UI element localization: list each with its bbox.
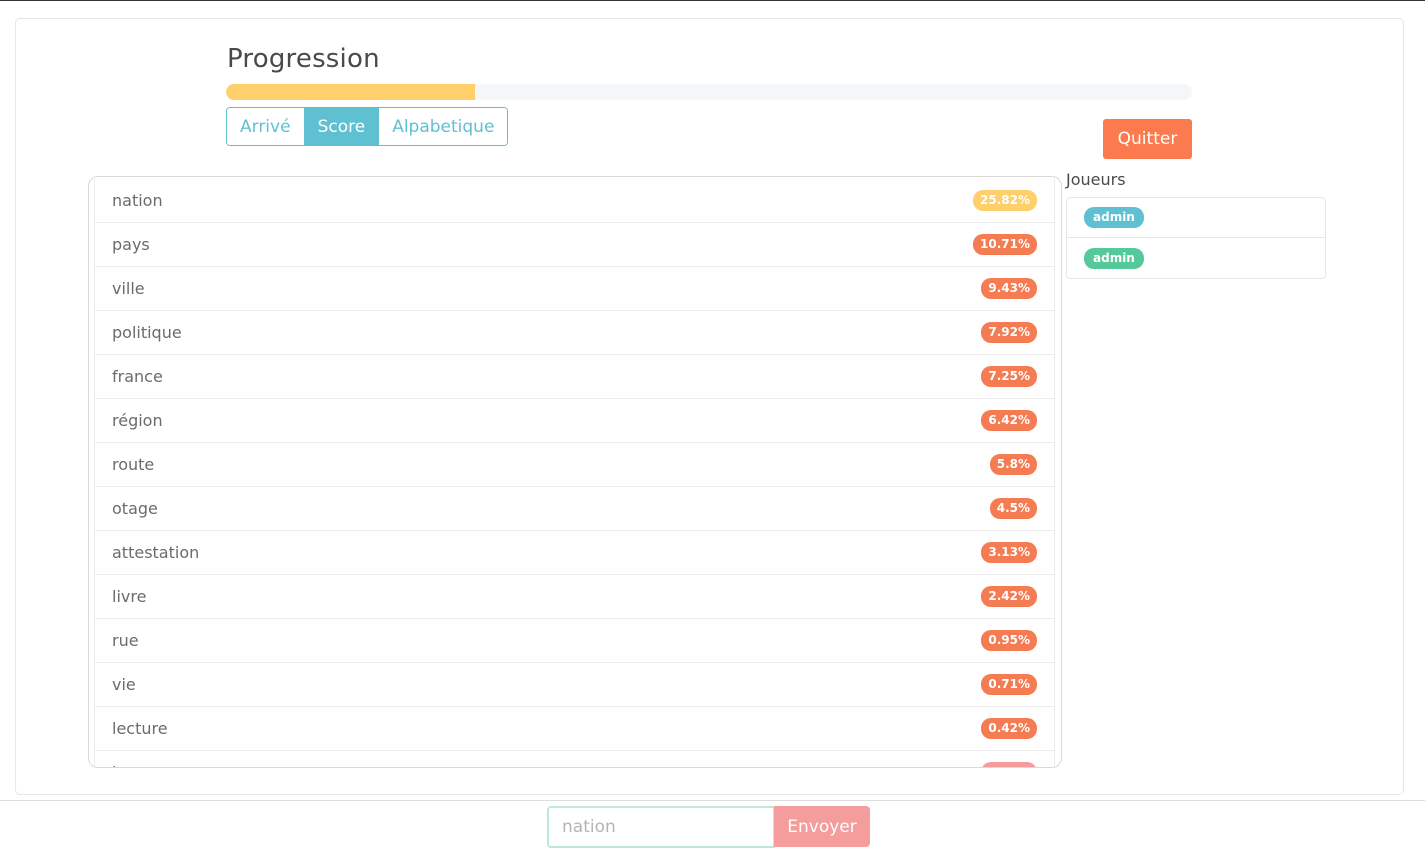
score-badge: 25.82%: [973, 190, 1037, 211]
player-badge: admin: [1084, 247, 1144, 269]
player-row: admin: [1067, 198, 1325, 238]
word-row: route 5.8%: [94, 443, 1055, 487]
score-badge: 0.42%: [981, 718, 1037, 739]
word-text: otage: [112, 499, 158, 518]
word-row: région 6.42%: [94, 399, 1055, 443]
score-badge: 5.8%: [989, 454, 1037, 475]
score-badge: 9.43%: [981, 278, 1037, 299]
word-row: france 7.25%: [94, 355, 1055, 399]
progress-title: Progression: [227, 44, 380, 74]
word-row: vie 0.71%: [94, 663, 1055, 707]
sort-alphabetical-button[interactable]: Alpabetique: [379, 108, 508, 145]
send-button[interactable]: Envoyer: [774, 806, 870, 847]
word-row: attestation 3.13%: [94, 531, 1055, 575]
word-row: nation 25.82%: [94, 179, 1055, 223]
word-text: pays: [112, 235, 150, 254]
player-row: admin: [1067, 238, 1325, 278]
word-text: france: [112, 367, 163, 386]
score-badge: 10.71%: [973, 234, 1037, 255]
players-title: Joueurs: [1066, 170, 1126, 189]
score-badge: 0.71%: [981, 674, 1037, 695]
score-badge: 2.42%: [981, 586, 1037, 607]
word-text: attestation: [112, 543, 200, 562]
score-badge: 4.5%: [989, 498, 1037, 519]
progress-bar: [226, 84, 1192, 100]
word-list[interactable]: nation 25.82% pays 10.71% ville 9.43% politiqu…: [88, 176, 1062, 768]
score-badge: 0.15%: [981, 762, 1037, 767]
word-text: région: [112, 411, 163, 430]
word-text: lecture: [112, 719, 168, 738]
word-text: vie: [112, 675, 136, 694]
sort-score-button[interactable]: Score: [304, 108, 380, 145]
top-border: [0, 0, 1425, 1]
word-text: livre: [112, 587, 147, 606]
score-badge: 3.13%: [981, 542, 1037, 563]
word-text: rue: [112, 631, 139, 650]
word-row: ville 9.43%: [94, 267, 1055, 311]
players-list: admin admin: [1066, 197, 1326, 279]
word-text: l: [112, 763, 116, 767]
word-row: l 0.15%: [94, 751, 1055, 767]
word-text: ville: [112, 279, 145, 298]
score-badge: 7.25%: [981, 366, 1037, 387]
word-row: livre 2.42%: [94, 575, 1055, 619]
score-badge: 7.92%: [981, 322, 1037, 343]
word-text: politique: [112, 323, 182, 342]
word-row: otage 4.5%: [94, 487, 1055, 531]
player-badge: admin: [1084, 207, 1144, 228]
progress-bar-fill: [226, 84, 476, 100]
guess-input[interactable]: [547, 806, 775, 848]
word-row: rue 0.95%: [94, 619, 1055, 663]
word-row: politique 7.92%: [94, 311, 1055, 355]
sort-button-group: Arrivé Score Alpabetique: [226, 107, 509, 146]
word-row: lecture 0.42%: [94, 707, 1055, 751]
score-badge: 6.42%: [981, 410, 1037, 431]
word-text: nation: [112, 191, 163, 210]
quit-button[interactable]: Quitter: [1103, 119, 1192, 159]
word-row: pays 10.71%: [94, 223, 1055, 267]
score-badge: 0.95%: [981, 630, 1037, 651]
word-text: route: [112, 455, 155, 474]
sort-arrival-button[interactable]: Arrivé: [227, 108, 305, 145]
